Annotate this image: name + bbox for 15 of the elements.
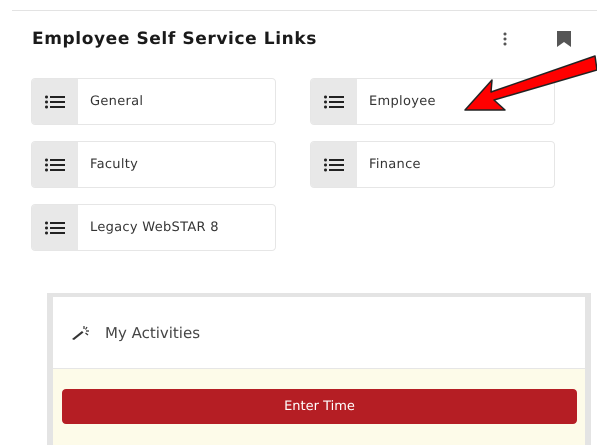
link-tile[interactable]: Legacy WebSTAR 8: [31, 204, 276, 251]
magic-wand-icon: [71, 324, 91, 340]
panel-title: My Activities: [105, 324, 200, 342]
link-tile[interactable]: Faculty: [31, 141, 276, 188]
list-icon: [324, 158, 344, 172]
list-icon: [45, 158, 65, 172]
list-icon: [45, 94, 65, 108]
list-icon: [45, 220, 65, 234]
more-options-icon[interactable]: [503, 32, 507, 46]
section-title: Employee Self Service Links: [32, 29, 318, 49]
link-tile[interactable]: General: [31, 78, 276, 125]
enter-time-button[interactable]: Enter Time: [62, 389, 577, 424]
bookmark-icon[interactable]: [557, 31, 571, 47]
link-tile[interactable]: Finance: [310, 141, 555, 188]
list-icon: [324, 94, 344, 108]
